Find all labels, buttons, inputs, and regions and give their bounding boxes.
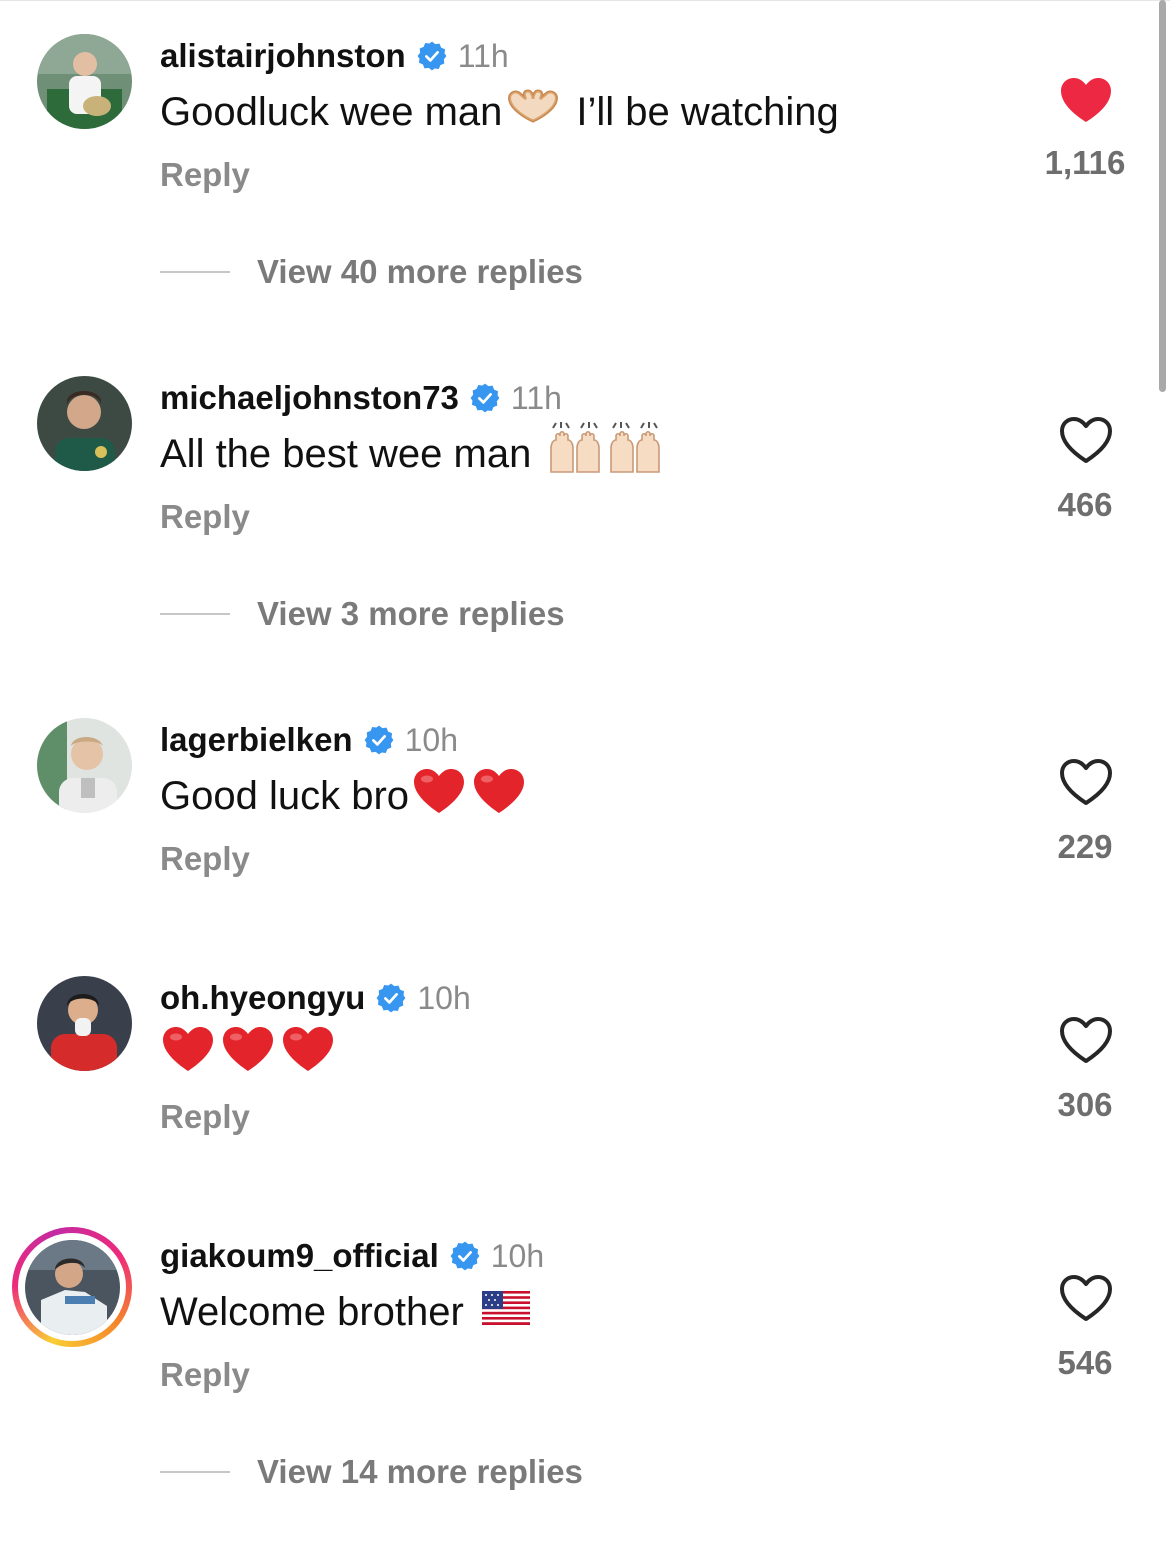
- like-count: 1,116: [1044, 144, 1126, 181]
- verified-badge-icon: [469, 382, 501, 414]
- scrollbar[interactable]: [1159, 0, 1166, 392]
- username[interactable]: lagerbielken: [160, 721, 353, 759]
- comment-body-suffix: I’ll be watching: [576, 89, 839, 134]
- comment-text: All the best wee man: [160, 422, 663, 482]
- comment-header: michaeljohnston73 11h: [160, 376, 562, 420]
- story-ring[interactable]: [12, 1227, 132, 1347]
- verified-badge-icon: [416, 40, 448, 72]
- comment-body: All the best wee man: [160, 431, 532, 476]
- comment-body: Goodluck wee man: [160, 89, 503, 134]
- timestamp: 11h: [510, 379, 562, 416]
- verified-badge-icon: [449, 1240, 481, 1272]
- heart-outline-icon[interactable]: [1057, 1272, 1115, 1324]
- top-divider: [0, 0, 1170, 1]
- comment-header: alistairjohnston 11h: [160, 34, 509, 78]
- comment-body: Good luck bro: [160, 773, 410, 818]
- avatar[interactable]: [37, 376, 132, 471]
- timestamp: 10h: [490, 1237, 545, 1274]
- view-more-rule: [160, 271, 230, 273]
- red-heart-emoji: [160, 1024, 216, 1084]
- comment-header: oh.hyeongyu 10h: [160, 976, 471, 1020]
- username[interactable]: giakoum9_official: [160, 1237, 439, 1275]
- username[interactable]: michaeljohnston73: [160, 379, 459, 417]
- reply-button[interactable]: Reply: [160, 156, 250, 194]
- view-more-replies[interactable]: View 40 more replies: [160, 250, 583, 294]
- avatar[interactable]: [37, 34, 132, 129]
- view-more-label[interactable]: View 3 more replies: [257, 595, 565, 633]
- view-more-rule: [160, 613, 230, 615]
- heart-outline-icon[interactable]: [1057, 414, 1115, 466]
- avatar[interactable]: [37, 718, 132, 813]
- like-count: 306: [1057, 1086, 1113, 1123]
- view-more-label[interactable]: View 14 more replies: [257, 1453, 583, 1491]
- red-heart-emoji: [471, 766, 527, 826]
- like-count: 546: [1057, 1344, 1113, 1381]
- verified-badge-icon: [363, 724, 395, 756]
- username[interactable]: oh.hyeongyu: [160, 979, 365, 1017]
- reply-button[interactable]: Reply: [160, 498, 250, 536]
- us-flag-emoji: [481, 1290, 530, 1335]
- heart-outline-icon[interactable]: [1057, 756, 1115, 808]
- raising-hands-emoji: [547, 422, 603, 486]
- red-heart-emoji: [220, 1024, 276, 1084]
- like-count: 466: [1057, 486, 1113, 523]
- avatar[interactable]: [37, 976, 132, 1071]
- heart-hands-emoji: [504, 87, 562, 137]
- comment-text: Goodluck wee man I’ll be watching: [160, 84, 839, 140]
- like-count: 229: [1057, 828, 1113, 865]
- red-heart-emoji: [411, 766, 467, 826]
- comment-header: giakoum9_official 10h: [160, 1234, 544, 1278]
- view-more-rule: [160, 1471, 230, 1473]
- verified-badge-icon: [375, 982, 407, 1014]
- username[interactable]: alistairjohnston: [160, 37, 406, 75]
- view-more-replies[interactable]: View 3 more replies: [160, 592, 565, 636]
- red-heart-emoji: [280, 1024, 336, 1084]
- comment-body: Welcome brother: [160, 1289, 464, 1334]
- timestamp: 10h: [417, 979, 471, 1016]
- comment-text: Welcome brother: [160, 1284, 530, 1340]
- heart-outline-icon[interactable]: [1057, 1014, 1115, 1066]
- comment-header: lagerbielken 10h: [160, 718, 458, 762]
- view-more-replies[interactable]: View 14 more replies: [160, 1450, 583, 1494]
- raising-hands-emoji: [607, 422, 663, 486]
- reply-button[interactable]: Reply: [160, 1098, 250, 1136]
- reply-button[interactable]: Reply: [160, 1356, 250, 1394]
- liked-heart-icon[interactable]: [1057, 74, 1115, 126]
- comment-text: [160, 1026, 336, 1082]
- timestamp: 10h: [404, 721, 458, 758]
- reply-button[interactable]: Reply: [160, 840, 250, 878]
- comment-text: Good luck bro: [160, 768, 527, 824]
- view-more-label[interactable]: View 40 more replies: [257, 253, 583, 291]
- timestamp: 11h: [457, 37, 509, 74]
- avatar[interactable]: [25, 1240, 120, 1335]
